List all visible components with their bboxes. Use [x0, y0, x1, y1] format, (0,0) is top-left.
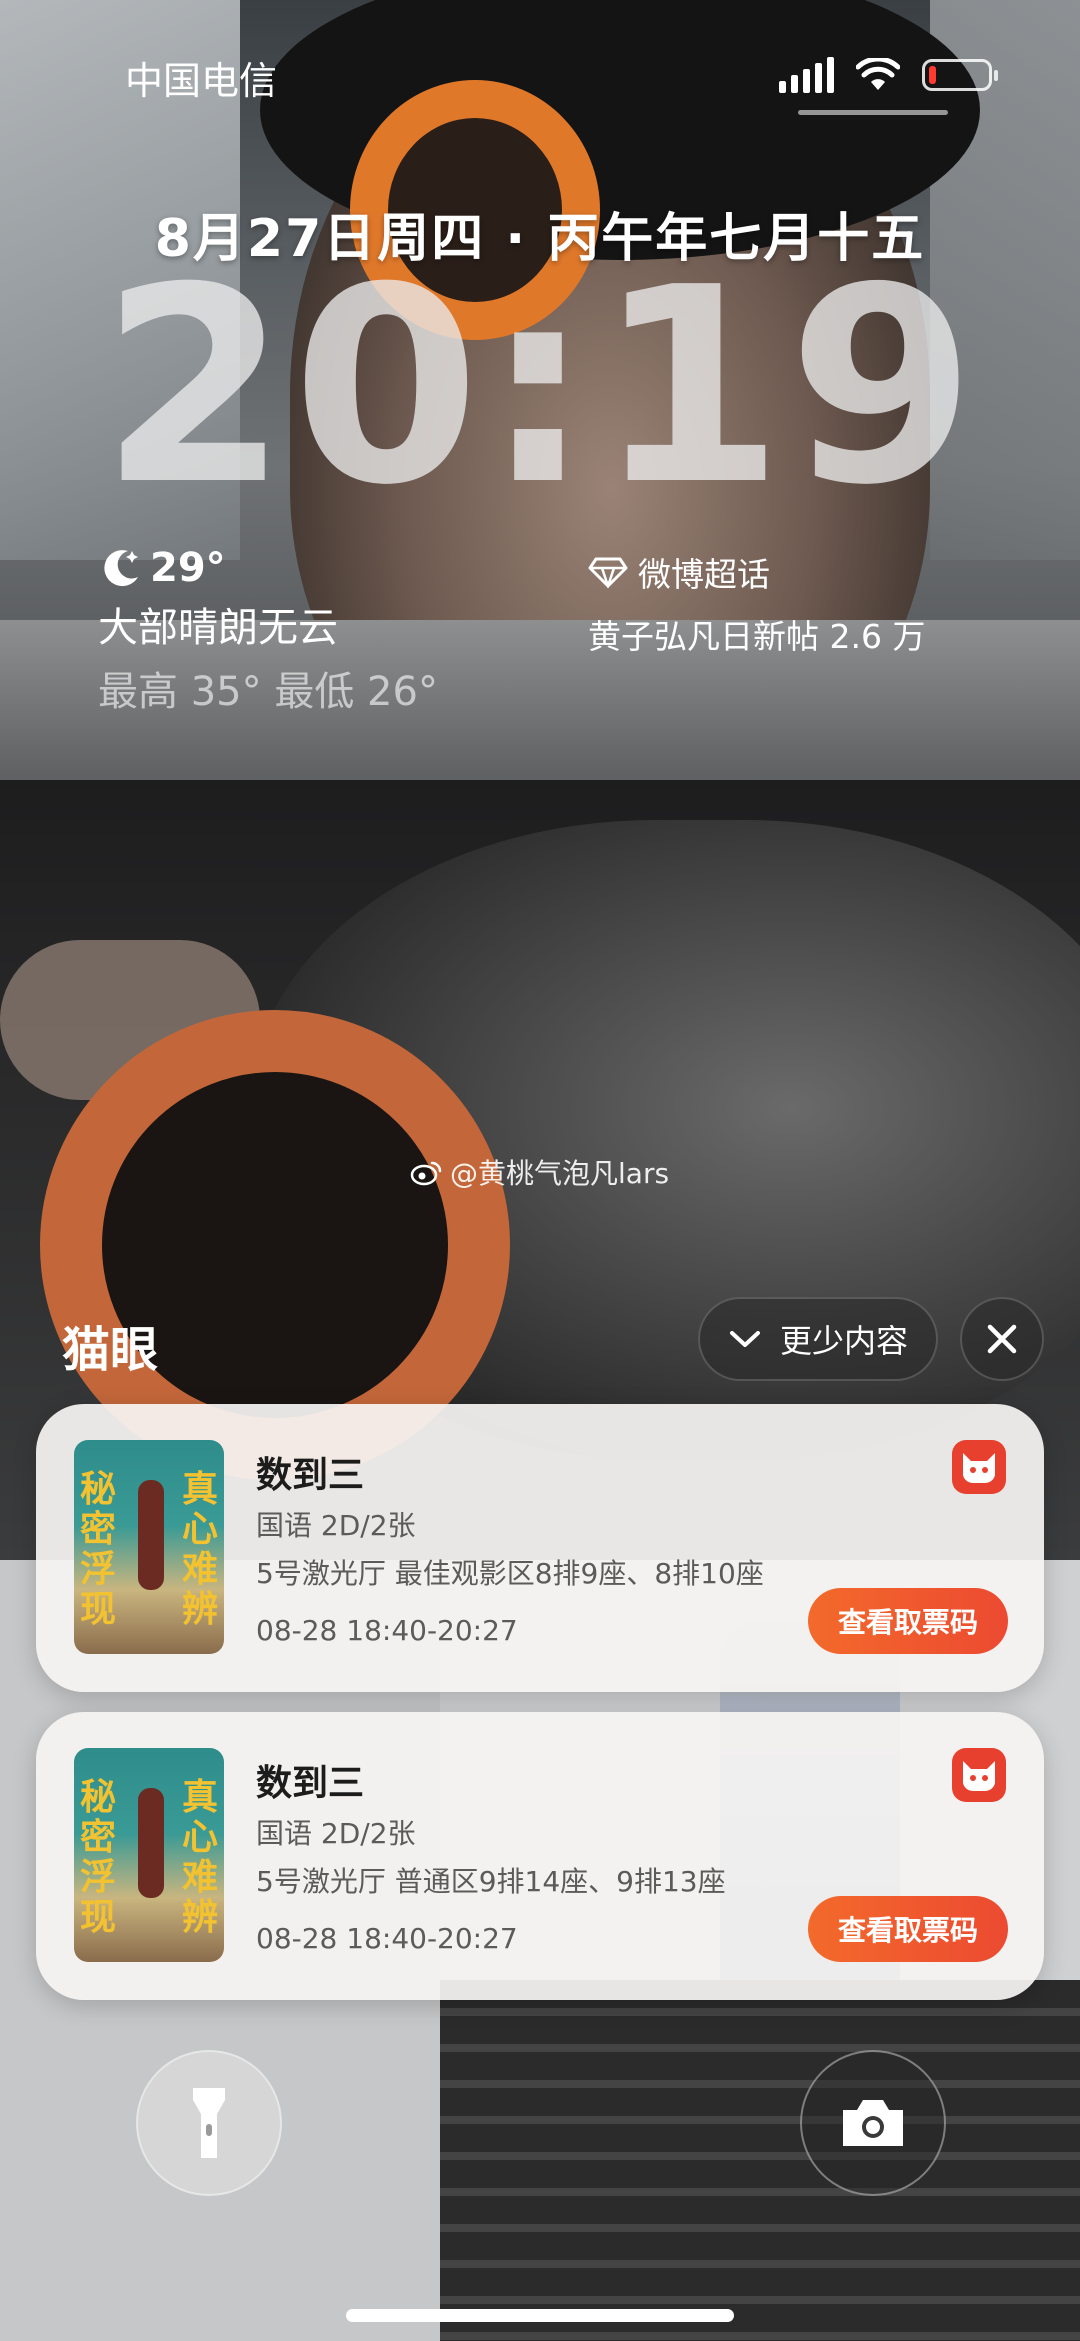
close-group-button[interactable]: [960, 1297, 1044, 1381]
weibo-widget[interactable]: 微博超话 黄子弘凡日新帖 2.6 万: [588, 548, 925, 658]
movie-time: 08-28 18:40-20:27: [256, 1922, 518, 1955]
weibo-app-label: 微博超话: [638, 555, 770, 594]
moon-stars-icon: [104, 550, 138, 587]
maoyan-app-icon: [952, 1440, 1006, 1494]
diamond-icon: [588, 557, 628, 588]
status-icons: [779, 50, 998, 100]
view-ticket-code-button[interactable]: 查看取票码: [808, 1588, 1008, 1654]
lockscreen-clock: 20:19: [100, 229, 980, 544]
camera-button[interactable]: [800, 2050, 946, 2196]
weather-condition: 大部晴朗无云: [98, 605, 338, 651]
notification-card[interactable]: 秘密浮现 真心难辨 数到三 国语 2D/2张 5号激光厅 最佳观影区8排9座、8…: [36, 1404, 1044, 1692]
poster-text-right: 真心难辨: [181, 1469, 218, 1630]
movie-format: 国语 2D/2张: [256, 1509, 416, 1542]
camera-icon: [843, 2100, 903, 2146]
movie-time: 08-28 18:40-20:27: [256, 1614, 518, 1647]
movie-poster: 秘密浮现 真心难辨: [74, 1748, 224, 1962]
chevron-down-icon: [729, 1331, 760, 1347]
notification-group-title: 猫眼: [62, 1322, 159, 1378]
flashlight-icon: [193, 2088, 225, 2158]
notification-card[interactable]: 秘密浮现 真心难辨 数到三 国语 2D/2张 5号激光厅 普通区9排14座、9排…: [36, 1712, 1044, 2000]
movie-title: 数到三: [256, 1455, 365, 1496]
movie-title: 数到三: [256, 1763, 365, 1804]
carrier-label: 中国电信: [125, 59, 278, 103]
maoyan-app-icon: [952, 1748, 1006, 1802]
weather-range: 最高 35° 最低 26°: [98, 669, 438, 715]
movie-poster: 秘密浮现 真心难辨: [74, 1440, 224, 1654]
control-center-indicator[interactable]: [798, 110, 948, 115]
weibo-logo-icon: [410, 1161, 442, 1186]
weather-temp: 29°: [150, 545, 226, 591]
movie-seats: 5号激光厅 最佳观影区8排9座、8排10座: [256, 1557, 764, 1590]
credit-text: @黄桃气泡凡lars: [450, 1157, 670, 1190]
wallpaper-credit: @黄桃气泡凡lars: [410, 1152, 669, 1192]
show-less-button[interactable]: 更少内容: [698, 1297, 938, 1381]
signal-icon: [779, 57, 834, 93]
movie-seats: 5号激光厅 普通区9排14座、9排13座: [256, 1865, 726, 1898]
view-ticket-code-button[interactable]: 查看取票码: [808, 1896, 1008, 1962]
poster-text-right: 真心难辨: [181, 1777, 218, 1938]
wifi-icon: [856, 58, 900, 90]
movie-format: 国语 2D/2张: [256, 1817, 416, 1850]
close-icon: [987, 1324, 1017, 1354]
flashlight-button[interactable]: [136, 2050, 282, 2196]
poster-text-left: 秘密浮现: [80, 1777, 117, 1938]
show-less-label: 更少内容: [779, 1322, 908, 1360]
weather-widget[interactable]: 29° 大部晴朗无云 最高 35° 最低 26°: [98, 545, 438, 717]
weibo-post-count: 黄子弘凡日新帖 2.6 万: [588, 617, 926, 656]
poster-text-left: 秘密浮现: [80, 1469, 117, 1630]
home-indicator[interactable]: [346, 2309, 734, 2322]
battery-icon: [922, 59, 998, 91]
